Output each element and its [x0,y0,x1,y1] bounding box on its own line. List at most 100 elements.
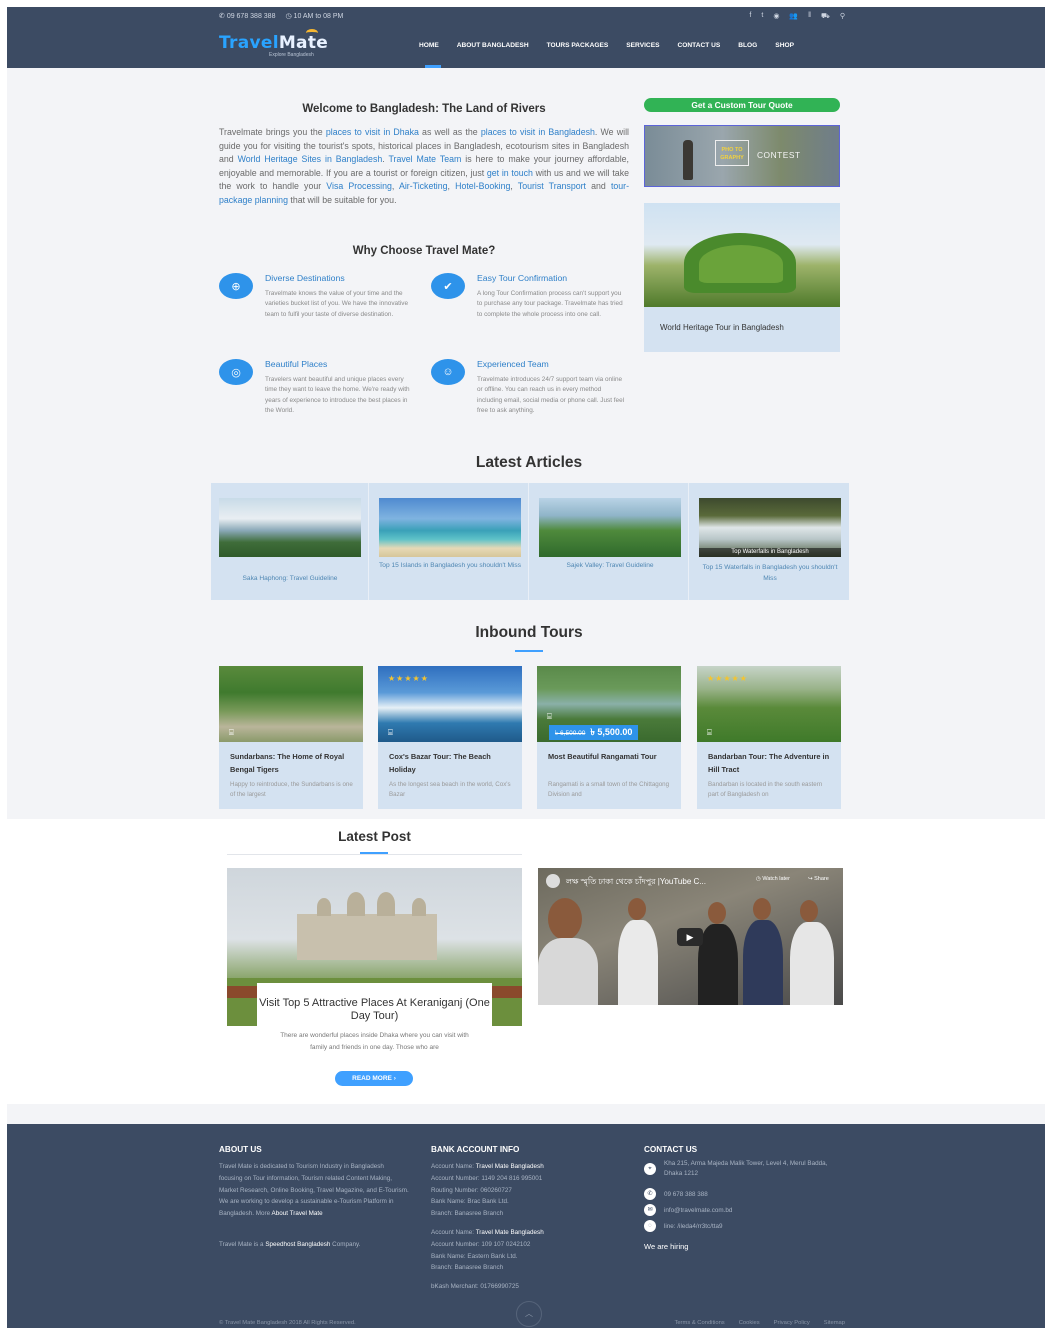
chat-icon: ☺ [431,359,465,385]
welcome-link[interactable]: places to visit in Bangladesh [481,127,595,137]
person-shape [548,898,582,940]
nav-contact-us[interactable]: CONTACT US [678,42,721,49]
contact-phone[interactable]: 09 678 388 388 [664,1190,708,1200]
tour-card[interactable]: ★★★★★ ⌸ Cox's Bazar Tour: The Beach Holi… [378,666,522,809]
search-icon[interactable]: ⚲ [840,12,845,21]
person-shape [538,938,598,1005]
pinterest-icon[interactable]: ◉ [773,12,779,21]
tour-text: Rangamati is a small town of the Chittag… [548,781,670,798]
article-card[interactable]: Top Waterfalls in Bangladesh Top 15 Wate… [691,483,849,600]
post-excerpt: There are wonderful places inside Dhaka … [280,1032,469,1051]
nav-tours-packages[interactable]: TOURS PACKAGES [547,42,609,49]
about-link[interactable]: About Travel Mate [272,1210,323,1217]
about-heading: ABOUT US [219,1145,262,1154]
check-icon: ✔ [431,273,465,299]
share-button[interactable]: ↪ Share [808,876,829,882]
channel-avatar[interactable] [546,874,560,888]
feature-title[interactable]: Beautiful Places [265,359,327,369]
article-caption: Sajek Valley: Travel Guideline [566,562,654,569]
scroll-top-button[interactable]: ︿ [516,1301,542,1327]
nav-blog[interactable]: BLOG [738,42,757,49]
feature-title[interactable]: Easy Tour Confirmation [477,273,567,283]
nav-services[interactable]: SERVICES [626,42,659,49]
speedhost-link[interactable]: Speedhost Bangladesh [265,1241,330,1248]
contact-heading: CONTACT US [644,1145,698,1154]
about-text: Travel Mate is dedicated to Tourism Indu… [219,1163,409,1218]
welcome-link[interactable]: Hotel-Booking [455,181,510,191]
tour-text: Bandarban is located in the south easter… [708,781,823,798]
line-icon: ◌ [644,1220,656,1232]
tour-image: ★★★★★ ⌸ [378,666,522,742]
hiker-figure [683,140,693,180]
bed-icon: ⌸ [547,712,552,721]
bank-info-1: Account Name: Travel Mate Bangladesh Acc… [431,1161,621,1220]
welcome-link[interactable]: Visa Processing [326,181,392,191]
menu-icon[interactable]: ‖ [808,12,811,21]
cookies-link[interactable]: Cookies [739,1320,760,1326]
bank-heading: BANK ACCOUNT INFO [431,1145,520,1154]
tour-card[interactable]: ★★★★★ ⌸ Bandarban Tour: The Adventure in… [697,666,841,809]
camera-icon: ◎ [219,359,253,385]
chevron-up-icon: ︿ [525,1309,533,1318]
dome-shape [347,892,365,916]
play-icon[interactable]: ▶ [677,928,703,946]
copyright: © Travel Mate Bangladesh 2018 All Rights… [219,1320,356,1326]
sitemap-link[interactable]: Sitemap [824,1320,845,1326]
company-text: Travel Mate is a Speedhost Bangladesh Co… [219,1241,361,1248]
welcome-link[interactable]: World Heritage Sites in Bangladesh [238,154,383,164]
photography-contest-banner[interactable]: PHO TO GRAPHY CONTEST [644,125,840,187]
we-are-hiring-link[interactable]: We are hiring [644,1242,688,1251]
feature-title[interactable]: Diverse Destinations [265,273,345,283]
nav-home[interactable]: HOME [419,42,439,49]
welcome-text-segment: , [447,181,456,192]
welcome-link[interactable]: get in touch [487,168,533,178]
twitter-icon[interactable]: t [761,12,763,21]
world-heritage-card[interactable]: World Heritage Tour in Bangladesh [644,203,840,352]
tour-card[interactable]: ⌸ ৳ 6,500.00 ৳ 5,500.00 Most Beautiful Ra… [537,666,681,809]
logo[interactable]: TravelMate [219,33,328,53]
phone-info[interactable]: ✆ 09 678 388 388 [219,12,275,20]
feature-text: A long Tour Confirmation process can't s… [477,290,623,318]
welcome-link[interactable]: Tourist Transport [518,181,586,191]
header: ✆ 09 678 388 388 ◷ 10 AM to 08 PM f t ◉ … [7,7,1045,68]
custom-tour-quote-button[interactable]: Get a Custom Tour Quote [644,98,840,112]
rating-stars: ★★★★★ [707,674,748,683]
article-card[interactable]: Saka Haphong: Travel Guideline [211,483,369,600]
terms-link[interactable]: Terms & Conditions [674,1320,724,1326]
bank-line: Account Name: Travel Mate Bangladesh [431,1163,544,1170]
tour-card[interactable]: ⌸ Sundarbans: The Home of Royal Bengal T… [219,666,363,809]
contact-line[interactable]: line: /ileda4/rr3tc/tta9 [664,1222,722,1232]
feature-title[interactable]: Experienced Team [477,359,549,369]
bank-line: Account Name: Travel Mate Bangladesh [431,1229,544,1236]
globe-icon: ⊕ [219,273,253,299]
user-icon[interactable]: 👥 [789,12,798,21]
welcome-link[interactable]: places to visit in Dhaka [326,127,419,137]
feature-text: Travelers want beautiful and unique plac… [265,376,410,415]
cart-icon[interactable]: ⛟ [821,12,830,21]
welcome-link[interactable]: Air-Ticketing [399,181,448,191]
nav-shop[interactable]: SHOP [775,42,794,49]
youtube-video-embed[interactable]: লক্ষ স্মৃতি ঢাকা থেকে চাঁদপুর |YouTube C… [538,868,843,1005]
welcome-link[interactable]: Travel Mate Team [388,154,461,164]
articles-strip: Saka Haphong: Travel Guideline Top 15 Is… [211,483,849,600]
top-icons: f t ◉ 👥 ‖ ⛟ ⚲ [749,12,845,21]
main-nav: HOME ABOUT BANGLADESH TOURS PACKAGES SER… [419,42,794,49]
welcome-text-segment: , [391,181,399,192]
nav-about-bangladesh[interactable]: ABOUT BANGLADESH [457,42,529,49]
tour-title: Bandarban Tour: The Adventure in Hill Tr… [708,752,830,774]
tour-text: As the longest sea beach in the world, C… [389,781,511,798]
post-title[interactable]: Visit Top 5 Attractive Places At Keranig… [257,997,492,1022]
read-more-button[interactable]: READ MORE › [335,1071,413,1086]
welcome-text-segment: as well as the [418,127,481,137]
person-shape [790,922,834,1005]
privacy-link[interactable]: Privacy Policy [774,1320,810,1326]
contact-email[interactable]: info@travelmate.com.bd [664,1206,732,1216]
tour-text: Happy to reintroduce, the Sundarbans is … [230,781,353,798]
article-card[interactable]: Sajek Valley: Travel Guideline [531,483,689,600]
video-title[interactable]: লক্ষ স্মৃতি ঢাকা থেকে চাঁদপুর |YouTube C… [566,876,706,889]
watch-later-button[interactable]: ◷ Watch later [756,876,790,882]
bank-info-2: Account Name: Travel Mate Bangladesh Acc… [431,1227,621,1274]
facebook-icon[interactable]: f [749,12,751,21]
contact-address: Kha 215, Arma Majeda Malik Tower, Level … [664,1160,828,1177]
article-card[interactable]: Top 15 Islands in Bangladesh you shouldn… [371,483,529,600]
